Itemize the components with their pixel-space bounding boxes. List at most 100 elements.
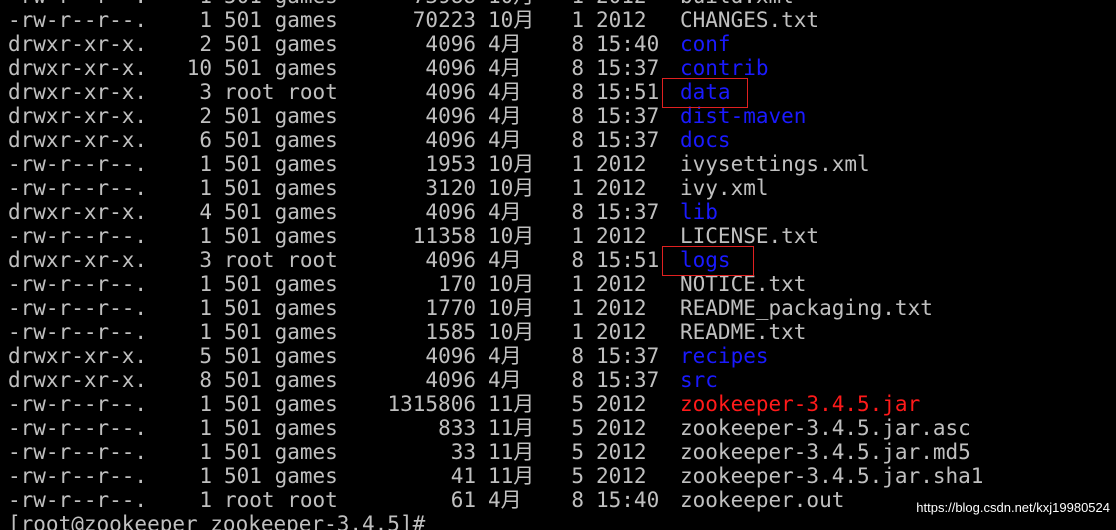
entry-size: 1953 (425, 152, 476, 176)
shell-prompt[interactable]: [root@zookeeper zookeeper-3.4.5]# (8, 512, 983, 530)
entry-day: 1 (571, 296, 584, 320)
entry-links: 1 (199, 320, 212, 344)
entry-size: 170 (438, 272, 476, 296)
entry-perm: -rw-r--r--. (8, 0, 176, 8)
entry-links: 8 (199, 368, 212, 392)
entry-owner-group: 501 games (224, 8, 338, 32)
entry-time: 15:37 (596, 368, 660, 392)
entry-size: 4096 (425, 368, 476, 392)
terminal-window[interactable]: -rw-r--r--.1501 games7398810月12012build.… (0, 0, 1116, 530)
entry-size: 4096 (425, 128, 476, 152)
entry-day: 8 (571, 344, 584, 368)
ls-entry-row: -rw-r--r--. 1 501 games 1953 10月 1 2012 ivysett… (8, 152, 983, 176)
entry-perm: -rw-r--r--. (8, 488, 148, 512)
entry-time: 15:37 (596, 344, 660, 368)
entry-month: 10月 (488, 296, 535, 320)
entry-size: 33 (450, 440, 476, 464)
directory-name: contrib (680, 56, 769, 80)
entry-perm: -rw-r--r--. (8, 176, 148, 200)
entry-time: 2012 (596, 296, 647, 320)
entry-time: 2012 (584, 0, 668, 8)
directory-name: docs (680, 128, 731, 152)
entry-links: 10 (186, 56, 212, 80)
ls-entry-row: drwxr-xr-x. 2 501 games 4096 4月 8 15:37 dist-ma… (8, 104, 983, 128)
ls-entry-row: drwxr-xr-x. 3 root root 4096 4月 8 15:51 logs (8, 246, 983, 276)
entry-time: 2012 (596, 320, 647, 344)
entry-owner-group: 501 games (224, 224, 338, 248)
entry-time: 2012 (596, 272, 647, 296)
entry-perm: drwxr-xr-x. (8, 56, 148, 80)
entry-time: 2012 (596, 464, 647, 488)
entry-time: 2012 (596, 176, 647, 200)
entry-owner-group: 501 games (224, 56, 338, 80)
entry-day: 1 (571, 152, 584, 176)
entry-size: 1770 (425, 296, 476, 320)
entry-size: 4096 (425, 32, 476, 56)
entry-links: 3 (199, 80, 212, 104)
ls-entry-row: -rw-r--r--. 1 501 games 1315806 11月 5 2012 zook… (8, 392, 983, 416)
entry-owner-group: 501 games (224, 416, 338, 440)
entry-day: 8 (571, 32, 584, 56)
ls-entry-row: -rw-r--r--. 1 501 games 1585 10月 1 2012 README.… (8, 320, 983, 344)
entry-time: 2012 (596, 392, 647, 416)
ls-entry-row: drwxr-xr-x. 10 501 games 4096 4月 8 15:37 contri… (8, 56, 983, 80)
entry-links: 1 (199, 392, 212, 416)
entry-size: 1315806 (387, 392, 476, 416)
entry-month: 4月 (488, 104, 522, 128)
directory-name: conf (680, 32, 731, 56)
ls-entry-row: -rw-r--r--. 1 501 games 833 11月 5 2012 zookeepe… (8, 416, 983, 440)
entry-links: 1 (199, 176, 212, 200)
entry-perm: drwxr-xr-x. (8, 104, 148, 128)
entry-links: 2 (199, 104, 212, 128)
entry-owner-group: root root (224, 80, 338, 104)
entry-day: 5 (571, 392, 584, 416)
entry-day: 1 (571, 272, 584, 296)
entry-time: 15:51 (596, 248, 660, 272)
entry-time: 15:37 (596, 104, 660, 128)
file-name: zookeeper-3.4.5.jar.sha1 (680, 464, 984, 488)
file-name: build.xml (668, 0, 794, 8)
entry-month: 4月 (488, 344, 522, 368)
jar-file-name: zookeeper-3.4.5.jar (680, 392, 921, 416)
entry-day: 1 (548, 0, 584, 8)
entry-owner-group: 501 games (224, 440, 338, 464)
entry-time: 2012 (596, 440, 647, 464)
entry-month: 4月 (488, 200, 522, 224)
entry-day: 8 (571, 368, 584, 392)
entry-time: 15:51 (596, 80, 660, 104)
entry-owner-group: 501 games (224, 464, 338, 488)
entry-perm: -rw-r--r--. (8, 152, 148, 176)
ls-entry-row: -rw-r--r--. 1 501 games 170 10月 1 2012 NOTICE.t… (8, 272, 983, 296)
entry-size: 1585 (425, 320, 476, 344)
entry-time: 15:37 (596, 200, 660, 224)
entry-owner-group: 501 games (212, 0, 368, 8)
file-name: README.txt (680, 320, 807, 344)
ls-entry-row: -rw-r--r--. 1 501 games 33 11月 5 2012 zookeeper… (8, 440, 983, 464)
entry-day: 1 (571, 320, 584, 344)
entry-links: 1 (199, 8, 212, 32)
entry-day: 8 (571, 128, 584, 152)
entry-owner-group: 501 games (224, 392, 338, 416)
entry-links: 4 (199, 200, 212, 224)
entry-links: 1 (199, 224, 212, 248)
entry-links: 1 (199, 152, 212, 176)
entry-perm: -rw-r--r--. (8, 464, 148, 488)
entry-perm: drwxr-xr-x. (8, 80, 148, 104)
entry-perm: -rw-r--r--. (8, 224, 148, 248)
entry-size: 3120 (425, 176, 476, 200)
entry-month: 10月 (488, 272, 535, 296)
ls-entry-row: -rw-r--r--. 1 501 games 1770 10月 1 2012 README_… (8, 296, 983, 320)
entry-month: 10月 (488, 224, 535, 248)
entry-owner-group: 501 games (224, 296, 338, 320)
entry-month: 10月 (488, 8, 535, 32)
ls-entry-row: -rw-r--r--. 1 501 games 41 11月 5 2012 zookeeper… (8, 464, 983, 488)
ls-entry-row: -rw-r--r--. 1 501 games 11358 10月 1 2012 LICENS… (8, 224, 983, 248)
entry-month: 11月 (488, 416, 535, 440)
file-name: CHANGES.txt (680, 8, 820, 32)
entry-links: 1 (199, 272, 212, 296)
entry-perm: -rw-r--r--. (8, 320, 148, 344)
ls-entry-row: -rw-r--r--. 1 501 games 3120 10月 1 2012 ivy.xml (8, 176, 983, 200)
entry-perm: -rw-r--r--. (8, 296, 148, 320)
directory-name: recipes (680, 344, 769, 368)
entry-perm: -rw-r--r--. (8, 8, 148, 32)
